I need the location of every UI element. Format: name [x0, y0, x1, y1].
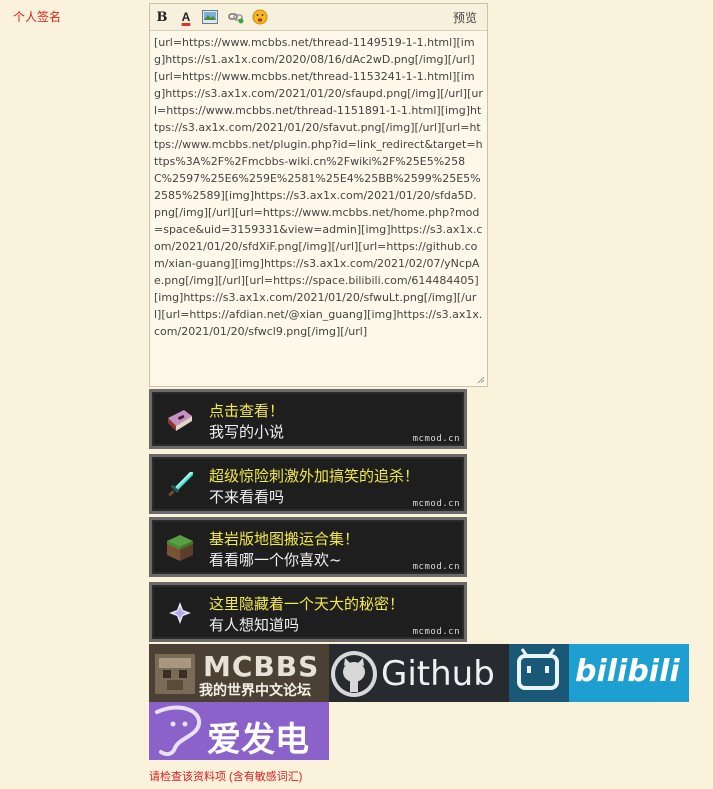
font-color-icon: A — [181, 10, 191, 24]
banner-subtitle: 看看哪一个你喜欢~ — [209, 551, 342, 569]
nether-star-icon — [169, 602, 191, 624]
banner-brand: mcmod.cn — [412, 434, 460, 444]
signature-label: 个人签名 — [13, 10, 62, 24]
github-logo-text: Github — [381, 654, 495, 694]
banner-brand: mcmod.cn — [412, 627, 460, 637]
signature-editor: B A 预览 [url=https://www.mcbbs.net/thread… — [149, 3, 488, 387]
banner-subtitle: 我写的小说 — [209, 423, 285, 441]
bilibili-logo-text: bilibili — [575, 654, 680, 689]
mcbbs-logo-text: MCBBS — [203, 650, 320, 683]
smiley-icon — [252, 9, 268, 25]
banner-title: 基岩版地图搬运合集！ — [209, 530, 360, 548]
afdian-logo-link[interactable]: 爱发电 — [149, 702, 329, 760]
banner-title: 超级惊险刺激外加搞笑的追杀！ — [209, 467, 420, 485]
banner-title: 这里隐藏着一个天大的秘密！ — [209, 595, 405, 613]
banner-subtitle: 不来看看吗 — [209, 488, 285, 506]
banner-secret[interactable]: 这里隐藏着一个天大的秘密！ 有人想知道吗 mcmod.cn — [149, 582, 467, 642]
resize-handle-icon[interactable] — [477, 376, 485, 384]
afdian-logo-text: 爱发电 — [207, 720, 309, 760]
banner-brand: mcmod.cn — [412, 499, 460, 509]
insert-image-button[interactable] — [202, 9, 218, 25]
diamond-sword-icon — [168, 472, 193, 497]
banner-brand: mcmod.cn — [412, 562, 460, 572]
emoji-button[interactable] — [252, 9, 268, 25]
banner-chase[interactable]: 超级惊险刺激外加搞笑的追杀！ 不来看看吗 mcmod.cn — [149, 454, 467, 514]
banner-maps[interactable]: 基岩版地图搬运合集！ 看看哪一个你喜欢~ mcmod.cn — [149, 517, 467, 577]
mcbbs-logo-link[interactable]: MCBBS 我的世界中文论坛 — [149, 644, 329, 702]
image-icon — [202, 10, 218, 24]
banner-subtitle: 有人想知道吗 — [209, 616, 300, 634]
link-icon — [228, 13, 244, 24]
editor-toolbar: B A 预览 — [150, 4, 487, 31]
insert-link-button[interactable] — [228, 9, 244, 25]
bilibili-logo-link[interactable]: bilibili — [509, 644, 689, 702]
banner-title: 点击查看！ — [209, 402, 285, 420]
font-color-button[interactable]: A — [178, 9, 194, 25]
book-icon — [168, 410, 192, 431]
sensitive-words-warning: 请检查该资料项 (含有敏感词汇) — [149, 771, 303, 783]
bold-button[interactable]: B — [154, 9, 170, 25]
signature-textarea[interactable]: [url=https://www.mcbbs.net/thread-114951… — [154, 34, 483, 382]
banner-novel[interactable]: 点击查看！ 我写的小说 mcmod.cn — [149, 389, 467, 449]
preview-button[interactable]: 预览 — [453, 9, 477, 26]
grass-block-icon — [167, 535, 193, 561]
mcbbs-logo-subtext: 我的世界中文论坛 — [199, 683, 311, 699]
github-logo-link[interactable]: Github — [329, 644, 509, 702]
